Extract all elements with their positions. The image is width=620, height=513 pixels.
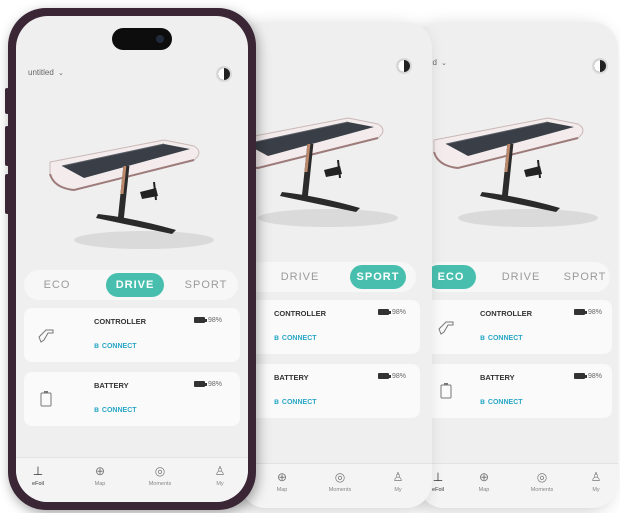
- bluetooth-icon: ʙ: [480, 333, 485, 342]
- battery-level-icon: [378, 309, 391, 316]
- battery-percent: 98%: [378, 373, 406, 380]
- tab-moments[interactable]: ◎ Moments: [140, 464, 180, 487]
- my-tab-icon: ♙: [590, 470, 602, 484]
- battery-icon: [440, 383, 452, 399]
- phone-side-button: [5, 88, 9, 114]
- controller-name: CONTROLLER: [274, 309, 327, 318]
- dynamic-island: [112, 28, 172, 50]
- mode-drive[interactable]: DRIVE: [106, 273, 164, 297]
- profile-title[interactable]: untitled ⌄: [28, 68, 64, 77]
- battery-card[interactable]: BATTERY 98% ʙ CONNECT: [240, 364, 420, 418]
- tab-my[interactable]: ♙ My: [378, 470, 418, 493]
- moments-tab-icon: ◎: [536, 470, 548, 484]
- bluetooth-icon: ʙ: [274, 333, 279, 342]
- mode-eco[interactable]: ECO: [426, 265, 476, 289]
- battery-level-icon: [194, 381, 207, 388]
- avatar-icon[interactable]: [396, 58, 412, 74]
- tab-map[interactable]: ⊕ Map: [80, 464, 120, 487]
- controller-icon: [438, 321, 454, 335]
- avatar-icon[interactable]: [592, 58, 608, 74]
- my-tab-icon: ♙: [214, 464, 226, 478]
- mode-selector: ECO DRIVE SPORT: [24, 270, 238, 300]
- moments-tab-icon: ◎: [334, 470, 346, 484]
- chevron-down-icon: ⌄: [441, 60, 448, 67]
- battery-name: BATTERY: [94, 381, 129, 390]
- mode-drive[interactable]: DRIVE: [270, 265, 330, 289]
- controller-name: CONTROLLER: [480, 309, 533, 318]
- mode-sport[interactable]: SPORT: [178, 273, 234, 297]
- my-tab-icon: ♙: [392, 470, 404, 484]
- bluetooth-icon: ʙ: [480, 397, 485, 406]
- controller-name: CONTROLLER: [94, 317, 147, 326]
- battery-connect-link[interactable]: ʙ CONNECT: [274, 397, 317, 406]
- controller-percent: 98%: [378, 309, 406, 316]
- mode-sport[interactable]: SPORT: [350, 265, 406, 289]
- avatar-icon[interactable]: [216, 66, 232, 82]
- map-tab-icon: ⊕: [478, 470, 490, 484]
- battery-level-icon: [574, 309, 587, 316]
- battery-level-icon: [574, 373, 587, 380]
- battery-connect-link[interactable]: ʙ CONNECT: [480, 397, 523, 406]
- battery-card[interactable]: BATTERY 98% ʙ CONNECT: [24, 372, 240, 426]
- moments-tab-icon: ◎: [154, 464, 166, 478]
- controller-percent: 98%: [194, 317, 222, 324]
- battery-percent: 98%: [194, 381, 222, 388]
- tab-efoil[interactable]: ⊥ eFoil: [18, 464, 58, 487]
- app-screen-eco: tled ⌄ ECO DRIVE SPORT CONTROLLER 98% ʙC…: [418, 22, 618, 508]
- tab-moments[interactable]: ◎ Moments: [320, 470, 360, 493]
- battery-name: BATTERY: [480, 373, 515, 382]
- efoil-board-image: [240, 117, 399, 228]
- battery-percent: 98%: [574, 373, 602, 380]
- battery-level-icon: [194, 317, 207, 324]
- tab-my[interactable]: ♙ My: [200, 464, 240, 487]
- chevron-down-icon: ⌄: [58, 70, 64, 77]
- app-screen-sport: DRIVE SPORT CONTROLLER 98% ʙ CONNECT BATT…: [240, 22, 432, 508]
- controller-connect-link[interactable]: ʙ CONNECT: [274, 333, 317, 342]
- efoil-board-image: [49, 139, 215, 250]
- battery-connect-link[interactable]: ʙ CONNECT: [94, 405, 137, 414]
- battery-icon: [40, 391, 52, 407]
- controller-icon: [38, 329, 54, 343]
- tab-bar: ⊥ eFoil ⊕ Map ◎ Moments ♙ My: [418, 463, 618, 508]
- phone-side-button: [5, 174, 9, 214]
- phone-side-button: [5, 126, 9, 166]
- tab-my[interactable]: ♙ My: [576, 470, 616, 493]
- tab-bar: ⊥ eFoil ⊕ Map ◎ Moments ♙ My: [16, 457, 248, 502]
- controller-percent: 98%: [574, 309, 602, 316]
- controller-connect-link[interactable]: ʙ CONNECT: [480, 333, 523, 342]
- mode-drive[interactable]: DRIVE: [496, 265, 546, 289]
- mode-sport[interactable]: SPORT: [560, 265, 610, 289]
- controller-card[interactable]: CONTROLLER 98% ʙ CONNECT: [240, 300, 420, 354]
- efoil-tab-icon: ⊥: [32, 464, 44, 478]
- app-screen-drive: untitled ⌄ ECO DRIVE SPORT CONTROLLER 98…: [16, 16, 248, 502]
- controller-connect-link[interactable]: ʙ CONNECT: [94, 341, 137, 350]
- controller-card[interactable]: CONTROLLER 98% ʙ CONNECT: [24, 308, 240, 362]
- bluetooth-icon: ʙ: [94, 405, 99, 414]
- controller-card[interactable]: CONTROLLER 98% ʙ CONNECT: [424, 300, 612, 354]
- mode-eco[interactable]: ECO: [32, 273, 82, 297]
- efoil-board-image: [433, 117, 599, 228]
- battery-card[interactable]: BATTERY 98% ʙ CONNECT: [424, 364, 612, 418]
- map-tab-icon: ⊕: [94, 464, 106, 478]
- battery-name: BATTERY: [274, 373, 309, 382]
- tab-map[interactable]: ⊕ Map: [464, 470, 504, 493]
- tab-map[interactable]: ⊕ Map: [262, 470, 302, 493]
- map-tab-icon: ⊕: [276, 470, 288, 484]
- mode-selector: ECO DRIVE SPORT: [426, 262, 610, 292]
- mode-selector: DRIVE SPORT: [240, 262, 416, 292]
- battery-level-icon: [378, 373, 391, 380]
- bluetooth-icon: ʙ: [94, 341, 99, 350]
- phone-frame: untitled ⌄ ECO DRIVE SPORT CONTROLLER 98…: [5, 8, 256, 510]
- tab-moments[interactable]: ◎ Moments: [522, 470, 562, 493]
- bluetooth-icon: ʙ: [274, 397, 279, 406]
- tab-bar: ⊕ Map ◎ Moments ♙ My: [240, 463, 432, 508]
